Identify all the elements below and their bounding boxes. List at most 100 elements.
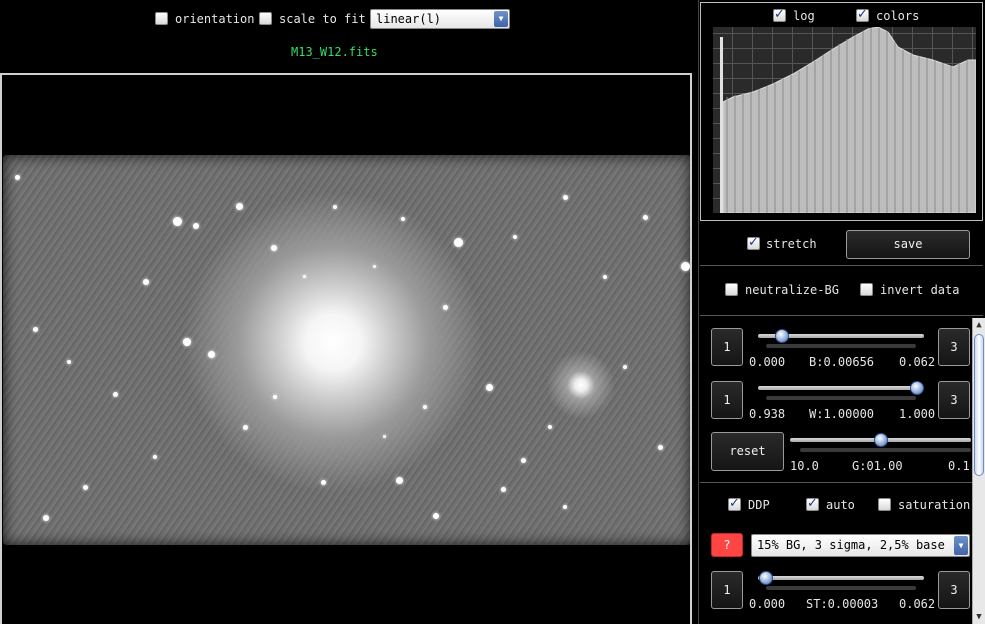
white-increment-button[interactable]: 3 <box>938 381 970 419</box>
neutralize-bg-label: neutralize-BG <box>745 283 839 297</box>
star <box>548 425 552 429</box>
star <box>563 195 568 200</box>
scrollbar-thumb[interactable] <box>974 334 984 476</box>
ddp-checkbox[interactable] <box>728 496 741 511</box>
scale-to-fit-checkbox[interactable] <box>259 12 272 25</box>
star <box>173 217 182 226</box>
star <box>333 205 337 209</box>
stretch-min-value: 0.000 <box>749 597 786 611</box>
star <box>658 445 663 450</box>
star <box>273 395 277 399</box>
invert-data-label: invert data <box>880 283 960 297</box>
stretch-max-value: 0.062 <box>899 597 936 611</box>
neutralize-bg-checkbox[interactable] <box>725 283 738 296</box>
star <box>396 477 403 484</box>
gamma-max-value: 0.1 <box>948 459 970 473</box>
ddp-preset-select[interactable]: 15% BG, 3 sigma, 2,5% base ▼ <box>751 534 970 557</box>
star <box>454 238 463 247</box>
stretch-decrement-button[interactable]: 1 <box>711 571 743 609</box>
histogram-panel: log colors <box>700 2 983 221</box>
white-slider-subtrack <box>766 396 916 400</box>
black-slider-knob[interactable] <box>775 329 789 343</box>
reset-button[interactable]: reset <box>711 432 784 471</box>
stretch-checkbox[interactable] <box>747 235 760 250</box>
white-slider-knob[interactable] <box>910 381 924 395</box>
black-max-value: 0.062 <box>899 355 936 369</box>
star <box>603 275 607 279</box>
orientation-label: orientation <box>175 12 255 26</box>
astronomical-image[interactable] <box>3 155 690 545</box>
image-filename: M13_W12.fits <box>291 45 378 59</box>
white-decrement-button[interactable]: 1 <box>711 381 743 419</box>
scale-to-fit-label: scale to fit <box>279 12 366 26</box>
star <box>67 360 71 364</box>
stretch-increment-button[interactable]: 3 <box>938 571 970 609</box>
save-button[interactable]: save <box>846 230 970 259</box>
star <box>15 175 20 180</box>
stretch-slider-subtrack <box>766 586 916 590</box>
saturation-checkbox[interactable] <box>878 498 891 511</box>
orientation-checkbox[interactable] <box>155 12 168 25</box>
divider <box>700 482 972 483</box>
black-point-value: B:0.00656 <box>809 355 875 369</box>
star <box>113 392 118 397</box>
auto-checkbox[interactable] <box>806 496 819 511</box>
ddp-label: DDP <box>748 498 770 512</box>
gamma-min-value: 10.0 <box>790 459 819 473</box>
divider <box>700 265 983 266</box>
star <box>423 405 427 409</box>
chevron-down-icon: ▼ <box>494 11 508 27</box>
star <box>643 215 648 220</box>
star <box>321 480 326 485</box>
auto-label: auto <box>826 498 855 512</box>
star <box>681 262 690 271</box>
white-max-value: 1.000 <box>899 407 936 421</box>
gamma-slider-knob[interactable] <box>874 433 888 447</box>
star <box>513 235 517 239</box>
white-min-value: 0.938 <box>749 407 786 421</box>
star <box>208 351 215 358</box>
scale-select[interactable]: linear(l) ▼ <box>370 9 510 29</box>
star <box>501 487 506 492</box>
white-slider-track[interactable] <box>758 386 924 390</box>
black-decrement-button[interactable]: 1 <box>711 328 743 366</box>
scale-select-value: linear(l) <box>376 12 442 26</box>
stretch-label: stretch <box>766 237 817 251</box>
colors-label: colors <box>876 9 920 23</box>
star <box>486 384 493 391</box>
black-slider-subtrack <box>766 344 916 348</box>
stretch-slider-knob[interactable] <box>759 571 773 585</box>
white-point-value: W:1.00000 <box>809 407 875 421</box>
histogram-bars <box>720 27 976 213</box>
image-viewer[interactable] <box>0 73 692 624</box>
panel-scrollbar[interactable]: ▲ ▼ <box>972 318 985 624</box>
star <box>433 513 439 519</box>
log-label: log <box>793 9 815 23</box>
star <box>623 365 627 369</box>
gamma-value: G:01.00 <box>852 459 903 473</box>
log-checkbox[interactable] <box>773 7 786 22</box>
gamma-slider-subtrack <box>800 448 971 452</box>
scroll-up-icon[interactable]: ▲ <box>973 319 985 331</box>
scroll-down-icon[interactable]: ▼ <box>973 611 985 623</box>
star <box>83 485 88 490</box>
star <box>33 327 38 332</box>
histogram-plot[interactable] <box>713 27 976 213</box>
saturation-label: saturation <box>898 498 971 512</box>
star <box>373 265 376 268</box>
star <box>243 425 248 430</box>
ddp-preset-value: 15% BG, 3 sigma, 2,5% base <box>757 538 945 552</box>
star <box>183 338 191 346</box>
star <box>563 505 567 509</box>
chevron-down-icon: ▼ <box>954 536 968 555</box>
invert-data-checkbox[interactable] <box>860 283 873 296</box>
stretch-value: ST:0.00003 <box>806 597 879 611</box>
star <box>521 458 526 463</box>
stretch-slider-track[interactable] <box>758 576 924 580</box>
help-button[interactable]: ? <box>711 533 743 557</box>
star <box>143 279 149 285</box>
star <box>303 275 306 278</box>
black-increment-button[interactable]: 3 <box>938 328 970 366</box>
divider <box>700 315 983 316</box>
colors-checkbox[interactable] <box>856 7 869 22</box>
